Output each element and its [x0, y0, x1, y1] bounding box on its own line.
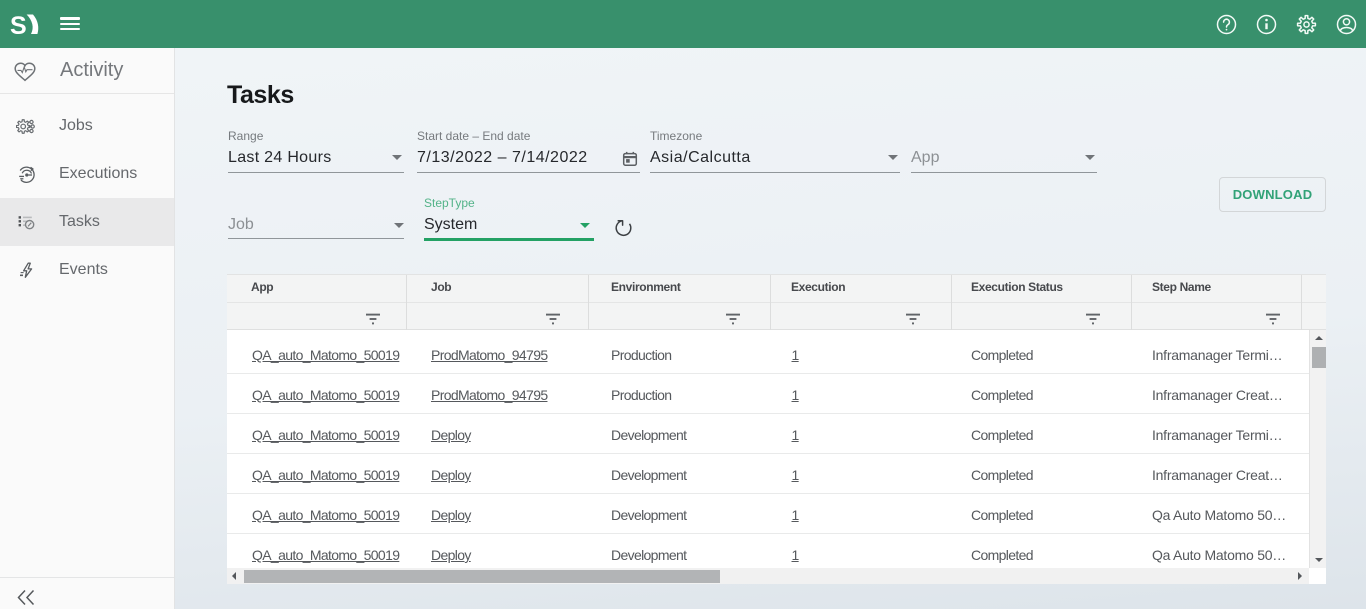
svg-text:S: S: [10, 12, 27, 38]
